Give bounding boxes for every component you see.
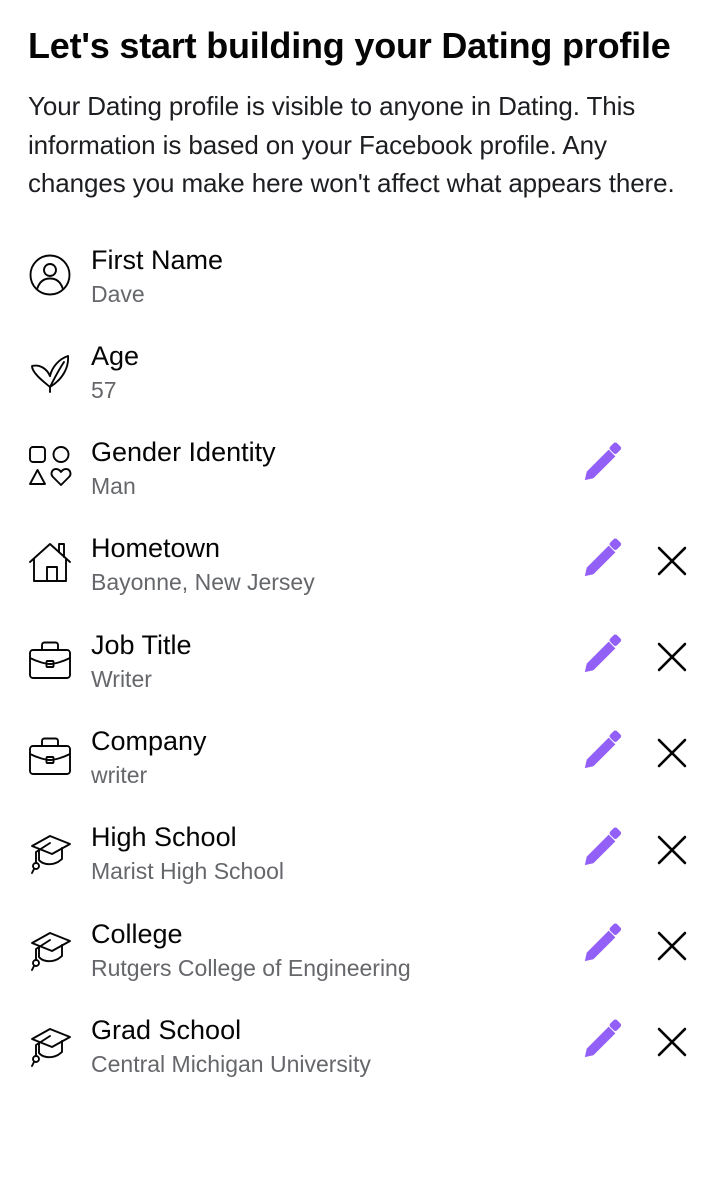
profile-field-list: First Name Dave Age 57 Gender Identity M…: [28, 245, 694, 1118]
field-value: Central Michigan University: [91, 1050, 371, 1077]
field-text: Job Title Writer: [91, 627, 192, 695]
profile-field-high-school: High School Marist High School: [28, 822, 694, 924]
field-value: Man: [91, 473, 136, 500]
field-value: Rutgers College of Engineering: [91, 954, 411, 981]
leaf-icon: [28, 349, 72, 393]
close-icon: [653, 831, 691, 874]
field-text: Company writer: [91, 723, 207, 791]
edit-button[interactable]: [580, 923, 624, 970]
pencil-icon: [581, 923, 623, 970]
field-label: Job Title: [91, 629, 192, 660]
graduation-cap-icon: [28, 830, 72, 875]
profile-field-gender-identity: Gender Identity Man: [28, 437, 692, 539]
edit-button[interactable]: [580, 538, 624, 585]
briefcase-icon: [28, 734, 72, 778]
edit-button[interactable]: [580, 634, 624, 681]
field-text: Grad School Central Michigan University: [91, 1012, 371, 1080]
profile-field-age: Age 57: [28, 341, 692, 443]
edit-button[interactable]: [580, 1019, 624, 1066]
field-label: College: [91, 918, 183, 949]
profile-field-company: Company writer: [28, 726, 694, 828]
shapes-icon: [28, 445, 72, 489]
remove-button[interactable]: [650, 541, 694, 585]
pencil-icon: [581, 442, 623, 489]
pencil-icon: [581, 634, 623, 681]
pencil-icon: [581, 538, 623, 585]
graduation-cap-icon: [28, 927, 72, 971]
field-value: Marist High School: [91, 858, 285, 885]
remove-button[interactable]: [650, 830, 694, 874]
close-icon: [653, 542, 691, 585]
profile-field-hometown: Hometown Bayonne, New Jersey: [28, 533, 694, 635]
close-icon: [653, 1023, 691, 1066]
person-circle-icon: [28, 253, 72, 297]
profile-field-grad-school: Grad School Central Michigan University: [28, 1015, 694, 1117]
field-label: First Name: [91, 244, 224, 275]
profile-field-first-name: First Name Dave: [28, 245, 692, 347]
edit-button[interactable]: [580, 827, 624, 874]
field-text: First Name Dave: [91, 242, 223, 310]
briefcase-icon: [28, 638, 72, 682]
pencil-icon: [581, 1019, 623, 1066]
page-title: Let's start building your Dating profile: [28, 25, 671, 66]
field-value: writer: [91, 761, 148, 788]
pencil-icon: [581, 730, 623, 777]
field-label: Hometown: [91, 533, 221, 564]
edit-button[interactable]: [580, 442, 624, 489]
field-label: Grad School: [91, 1014, 242, 1045]
field-label: Gender Identity: [91, 437, 276, 468]
close-icon: [653, 734, 691, 777]
field-value: Dave: [91, 280, 145, 307]
field-value: 57: [91, 376, 117, 403]
field-text: Age 57: [91, 338, 139, 406]
profile-field-job-title: Job Title Writer: [28, 630, 694, 732]
field-label: High School: [91, 822, 237, 853]
remove-button[interactable]: [650, 1023, 694, 1067]
remove-button[interactable]: [650, 927, 694, 971]
field-value: Writer: [91, 665, 152, 692]
graduation-cap-icon: [28, 1023, 72, 1067]
profile-field-college: College Rutgers College of Engineering: [28, 919, 694, 1021]
close-icon: [653, 927, 691, 970]
field-text: Hometown Bayonne, New Jersey: [91, 530, 315, 598]
remove-button[interactable]: [650, 734, 694, 778]
field-value: Bayonne, New Jersey: [91, 569, 315, 596]
field-text: Gender Identity Man: [91, 434, 276, 502]
field-text: High School Marist High School: [91, 819, 284, 887]
pencil-icon: [581, 827, 623, 874]
field-label: Company: [91, 725, 207, 756]
dating-profile-page: Let's start building your Dating profile…: [0, 0, 720, 1117]
field-text: College Rutgers College of Engineering: [91, 916, 411, 984]
house-icon: [28, 541, 72, 585]
remove-button[interactable]: [650, 638, 694, 682]
page-description: Your Dating profile is visible to anyone…: [28, 91, 675, 198]
close-icon: [653, 638, 691, 681]
field-label: Age: [91, 340, 140, 371]
edit-button[interactable]: [580, 730, 624, 777]
